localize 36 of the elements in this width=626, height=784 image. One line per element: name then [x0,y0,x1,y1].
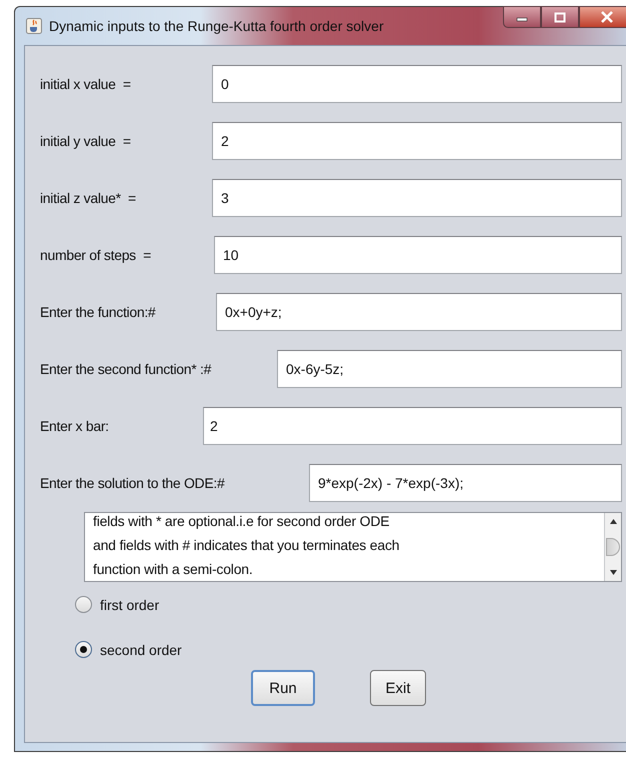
close-button[interactable] [579,6,626,28]
field-label: Enter the second function* :# [40,360,212,376]
radio-label[interactable]: first order [100,596,160,612]
input-field[interactable]: 0x-6y-5z; [277,350,622,388]
radio-label[interactable]: second order [100,642,182,658]
radio-button[interactable] [75,641,92,658]
input-field[interactable]: 0x+0y+z; [216,292,622,330]
input-field[interactable]: 2 [212,122,622,160]
field-label: Enter the solution to the ODE:# [40,474,226,490]
field-label: Enter x bar: [40,418,110,434]
scroll-down-icon [608,569,618,576]
input-field[interactable]: 10 [214,236,622,274]
input-field[interactable]: 9*exp(-2x) - 7*exp(-3x); [309,464,622,502]
field-label: number of steps = [40,246,152,262]
input-field[interactable]: 0 [212,64,622,102]
exit-button[interactable]: Exit [370,670,426,706]
scroll-up-icon [608,518,618,525]
radio-button[interactable] [75,596,92,613]
field-label: initial y value = [40,132,132,148]
maximize-button[interactable] [541,6,579,28]
maximize-icon [554,12,566,22]
scroll-thumb[interactable] [606,538,620,556]
close-icon [600,11,614,23]
window-title: Dynamic inputs to the Runge-Kutta fourth order solver [49,18,384,34]
input-field[interactable]: 3 [212,178,622,216]
field-label: initial z value* = [40,190,137,206]
note-text: and fields with # indicates that you terminates each [93,536,400,555]
note-text: fields with * are optional.i.e for second order ODE [93,513,390,531]
run-button[interactable]: Run [251,670,315,706]
input-field[interactable]: 2 [203,406,622,444]
java-cup-icon [26,18,42,34]
field-label: Enter the function:# [40,304,157,320]
note-text: function with a semi-colon. [93,560,254,579]
minimize-button[interactable] [503,6,541,28]
scrollbar[interactable] [604,513,621,581]
field-label: initial x value = [40,76,132,92]
